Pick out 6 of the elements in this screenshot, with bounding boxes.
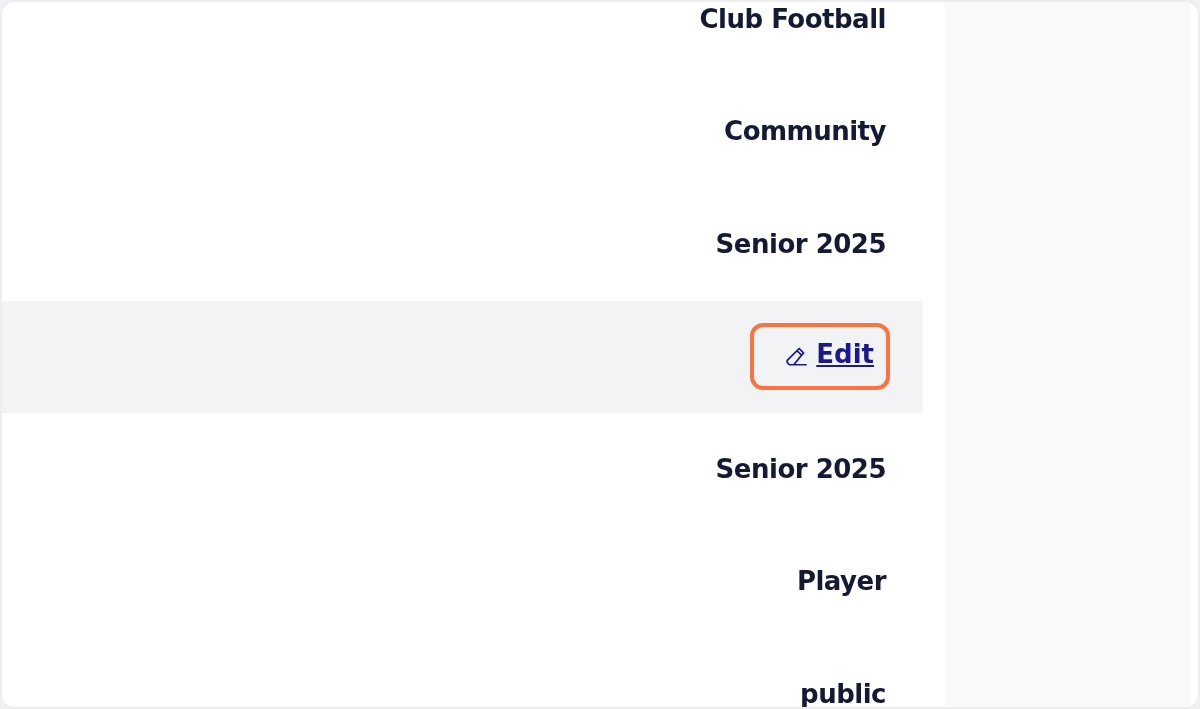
table-cell-text: Community (724, 115, 886, 149)
table-cell-text: Club Football (699, 2, 886, 36)
table-cell-text: Player (796, 565, 886, 599)
edit-link[interactable]: Edit (754, 327, 886, 387)
table-cell-text: Senior 2025 (715, 452, 886, 486)
table-cell-text: Senior 2025 (715, 227, 886, 261)
